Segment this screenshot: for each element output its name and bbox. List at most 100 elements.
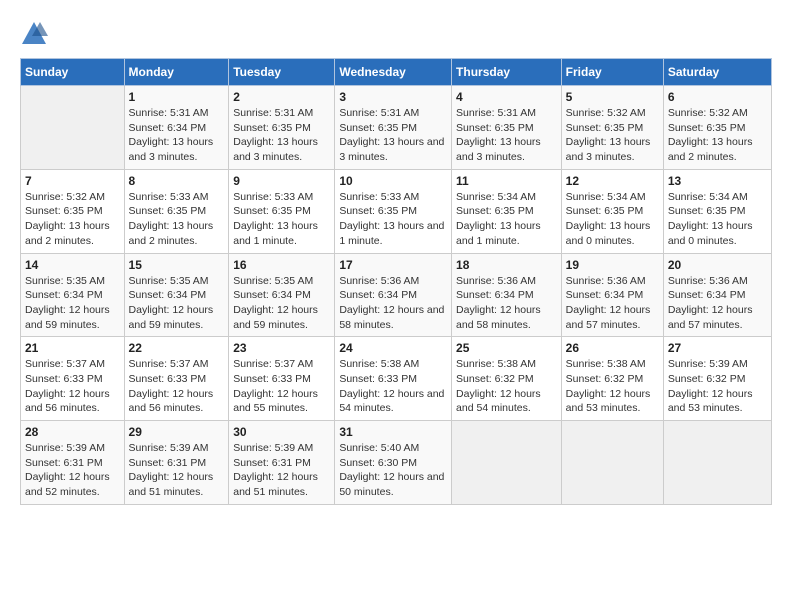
cell-info: Sunrise: 5:32 AMSunset: 6:35 PMDaylight:… [566,106,659,165]
cell-day-number: 18 [456,258,557,272]
calendar-header-monday: Monday [124,59,229,86]
calendar-cell: 23 Sunrise: 5:37 AMSunset: 6:33 PMDayligh… [229,337,335,421]
logo-icon [20,20,48,48]
cell-day-number: 29 [129,425,225,439]
cell-day-number: 4 [456,90,557,104]
cell-info: Sunrise: 5:35 AMSunset: 6:34 PMDaylight:… [25,274,120,333]
calendar-cell [663,421,771,505]
page-header [20,20,772,48]
calendar-header-tuesday: Tuesday [229,59,335,86]
cell-info: Sunrise: 5:33 AMSunset: 6:35 PMDaylight:… [339,190,447,249]
calendar-header-saturday: Saturday [663,59,771,86]
calendar-week-row: 14 Sunrise: 5:35 AMSunset: 6:34 PMDayligh… [21,253,772,337]
cell-info: Sunrise: 5:31 AMSunset: 6:34 PMDaylight:… [129,106,225,165]
cell-day-number: 7 [25,174,120,188]
calendar-week-row: 28 Sunrise: 5:39 AMSunset: 6:31 PMDayligh… [21,421,772,505]
calendar-cell [21,86,125,170]
cell-info: Sunrise: 5:37 AMSunset: 6:33 PMDaylight:… [233,357,330,416]
calendar-cell: 21 Sunrise: 5:37 AMSunset: 6:33 PMDayligh… [21,337,125,421]
cell-day-number: 26 [566,341,659,355]
calendar-cell: 24 Sunrise: 5:38 AMSunset: 6:33 PMDayligh… [335,337,452,421]
cell-info: Sunrise: 5:36 AMSunset: 6:34 PMDaylight:… [339,274,447,333]
calendar-header-sunday: Sunday [21,59,125,86]
calendar-cell [452,421,562,505]
cell-day-number: 16 [233,258,330,272]
calendar-cell: 17Sunrise: 5:36 AMSunset: 6:34 PMDayligh… [335,253,452,337]
calendar-cell: 12 Sunrise: 5:34 AMSunset: 6:35 PMDayligh… [561,169,663,253]
calendar-cell: 15Sunrise: 5:35 AMSunset: 6:34 PMDayligh… [124,253,229,337]
cell-info: Sunrise: 5:39 AMSunset: 6:32 PMDaylight:… [668,357,767,416]
cell-day-number: 1 [129,90,225,104]
calendar-header-friday: Friday [561,59,663,86]
calendar-week-row: 21 Sunrise: 5:37 AMSunset: 6:33 PMDayligh… [21,337,772,421]
cell-info: Sunrise: 5:39 AMSunset: 6:31 PMDaylight:… [129,441,225,500]
cell-day-number: 24 [339,341,447,355]
cell-info: Sunrise: 5:31 AMSunset: 6:35 PMDaylight:… [339,106,447,165]
cell-day-number: 6 [668,90,767,104]
calendar-cell: 25Sunrise: 5:38 AMSunset: 6:32 PMDayligh… [452,337,562,421]
cell-info: Sunrise: 5:35 AMSunset: 6:34 PMDaylight:… [129,274,225,333]
cell-day-number: 28 [25,425,120,439]
calendar-cell: 20 Sunrise: 5:36 AMSunset: 6:34 PMDayligh… [663,253,771,337]
cell-day-number: 12 [566,174,659,188]
cell-day-number: 27 [668,341,767,355]
calendar-cell: 4Sunrise: 5:31 AMSunset: 6:35 PMDaylight… [452,86,562,170]
cell-info: Sunrise: 5:33 AMSunset: 6:35 PMDaylight:… [129,190,225,249]
calendar-cell: 5Sunrise: 5:32 AMSunset: 6:35 PMDaylight… [561,86,663,170]
cell-info: Sunrise: 5:39 AMSunset: 6:31 PMDaylight:… [233,441,330,500]
calendar-week-row: 1 Sunrise: 5:31 AMSunset: 6:34 PMDaylight… [21,86,772,170]
cell-info: Sunrise: 5:37 AMSunset: 6:33 PMDaylight:… [129,357,225,416]
calendar-cell: 31 Sunrise: 5:40 AMSunset: 6:30 PMDayligh… [335,421,452,505]
calendar-week-row: 7 Sunrise: 5:32 AMSunset: 6:35 PMDaylight… [21,169,772,253]
cell-info: Sunrise: 5:37 AMSunset: 6:33 PMDaylight:… [25,357,120,416]
calendar-cell: 19 Sunrise: 5:36 AMSunset: 6:34 PMDayligh… [561,253,663,337]
cell-day-number: 2 [233,90,330,104]
cell-day-number: 20 [668,258,767,272]
calendar-cell: 26 Sunrise: 5:38 AMSunset: 6:32 PMDayligh… [561,337,663,421]
calendar-cell: 14 Sunrise: 5:35 AMSunset: 6:34 PMDayligh… [21,253,125,337]
calendar-cell: 1 Sunrise: 5:31 AMSunset: 6:34 PMDaylight… [124,86,229,170]
calendar-cell: 3 Sunrise: 5:31 AMSunset: 6:35 PMDaylight… [335,86,452,170]
calendar-cell: 11Sunrise: 5:34 AMSunset: 6:35 PMDayligh… [452,169,562,253]
cell-day-number: 21 [25,341,120,355]
calendar-cell: 28 Sunrise: 5:39 AMSunset: 6:31 PMDayligh… [21,421,125,505]
cell-day-number: 13 [668,174,767,188]
calendar-cell: 30 Sunrise: 5:39 AMSunset: 6:31 PMDayligh… [229,421,335,505]
cell-info: Sunrise: 5:32 AMSunset: 6:35 PMDaylight:… [25,190,120,249]
calendar-cell: 16 Sunrise: 5:35 AMSunset: 6:34 PMDayligh… [229,253,335,337]
cell-day-number: 31 [339,425,447,439]
calendar-cell: 6 Sunrise: 5:32 AMSunset: 6:35 PMDaylight… [663,86,771,170]
cell-info: Sunrise: 5:36 AMSunset: 6:34 PMDaylight:… [566,274,659,333]
calendar-header-thursday: Thursday [452,59,562,86]
cell-day-number: 19 [566,258,659,272]
cell-info: Sunrise: 5:39 AMSunset: 6:31 PMDaylight:… [25,441,120,500]
cell-day-number: 10 [339,174,447,188]
cell-day-number: 3 [339,90,447,104]
cell-info: Sunrise: 5:36 AMSunset: 6:34 PMDaylight:… [668,274,767,333]
cell-info: Sunrise: 5:40 AMSunset: 6:30 PMDaylight:… [339,441,447,500]
cell-info: Sunrise: 5:38 AMSunset: 6:32 PMDaylight:… [566,357,659,416]
calendar-header-wednesday: Wednesday [335,59,452,86]
cell-day-number: 23 [233,341,330,355]
calendar-table: SundayMondayTuesdayWednesdayThursdayFrid… [20,58,772,505]
cell-info: Sunrise: 5:34 AMSunset: 6:35 PMDaylight:… [668,190,767,249]
cell-info: Sunrise: 5:34 AMSunset: 6:35 PMDaylight:… [566,190,659,249]
cell-day-number: 30 [233,425,330,439]
cell-info: Sunrise: 5:32 AMSunset: 6:35 PMDaylight:… [668,106,767,165]
cell-info: Sunrise: 5:33 AMSunset: 6:35 PMDaylight:… [233,190,330,249]
calendar-cell: 2Sunrise: 5:31 AMSunset: 6:35 PMDaylight… [229,86,335,170]
calendar-cell: 8 Sunrise: 5:33 AMSunset: 6:35 PMDaylight… [124,169,229,253]
cell-info: Sunrise: 5:36 AMSunset: 6:34 PMDaylight:… [456,274,557,333]
cell-info: Sunrise: 5:35 AMSunset: 6:34 PMDaylight:… [233,274,330,333]
cell-info: Sunrise: 5:38 AMSunset: 6:33 PMDaylight:… [339,357,447,416]
calendar-cell: 27 Sunrise: 5:39 AMSunset: 6:32 PMDayligh… [663,337,771,421]
calendar-cell [561,421,663,505]
calendar-header-row: SundayMondayTuesdayWednesdayThursdayFrid… [21,59,772,86]
cell-day-number: 14 [25,258,120,272]
calendar-cell: 9 Sunrise: 5:33 AMSunset: 6:35 PMDaylight… [229,169,335,253]
cell-day-number: 8 [129,174,225,188]
cell-day-number: 22 [129,341,225,355]
cell-day-number: 9 [233,174,330,188]
cell-info: Sunrise: 5:34 AMSunset: 6:35 PMDaylight:… [456,190,557,249]
logo [20,20,52,48]
